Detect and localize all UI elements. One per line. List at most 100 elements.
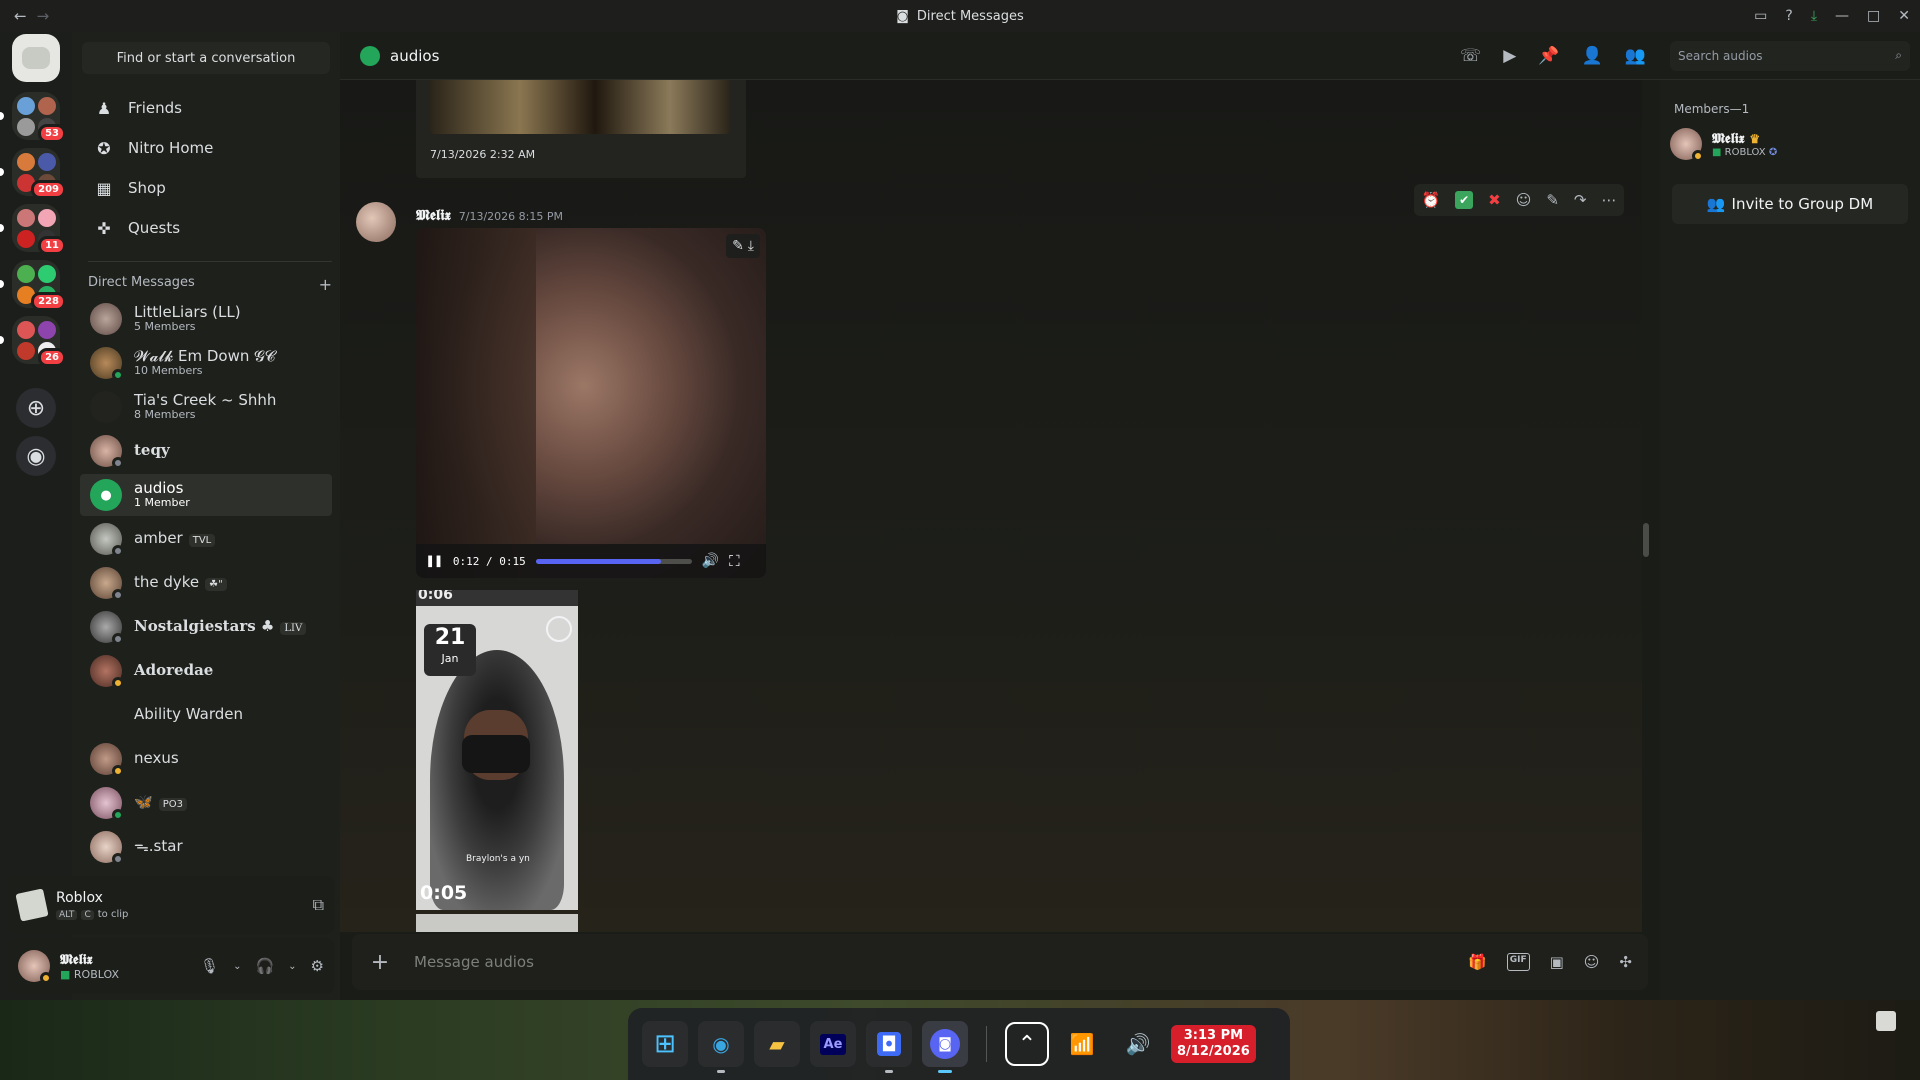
search-input[interactable]: Search audios ⌕	[1670, 40, 1910, 71]
member-item[interactable]: 𝕸𝖊𝖑𝖎𝖝 ♛ ■ ROBLOX ✪	[1670, 128, 1778, 162]
nav-nitro-home[interactable]: ✪ Nitro Home	[80, 130, 332, 166]
previous-image-attachment[interactable]: 7/13/2026 2:32 AM	[416, 80, 746, 178]
forward-arrow-icon[interactable]: →	[37, 7, 50, 25]
after-effects-icon[interactable]: Ae	[810, 1021, 856, 1067]
nav-friends[interactable]: ♟ Friends	[80, 90, 332, 126]
dm-item[interactable]: Ability Warden	[80, 694, 332, 736]
nav-quests[interactable]: ✜ Quests	[80, 210, 332, 246]
gift-icon[interactable]: 🎁	[1468, 953, 1487, 971]
minimize-icon[interactable]: —	[1835, 8, 1849, 24]
microphone-icon[interactable]: 🎙	[200, 957, 219, 975]
member-list-panel: Members—1 𝕸𝖊𝖑𝖎𝖝 ♛ ■ ROBLOX ✪ 👥 Invite to…	[1660, 80, 1920, 1000]
edit-pencil-icon[interactable]: ✎	[732, 238, 744, 254]
find-conversation-button[interactable]: Find or start a conversation	[82, 42, 330, 74]
gif-button[interactable]: GIF	[1506, 953, 1530, 971]
forward-icon[interactable]: ↷	[1574, 191, 1587, 209]
message-avatar[interactable]	[356, 202, 396, 242]
server-folder-2[interactable]: 209	[0, 148, 66, 199]
more-options-icon[interactable]: ⋯	[1601, 191, 1616, 209]
server-folder-3[interactable]: 11	[0, 204, 66, 255]
message-author[interactable]: 𝕸𝖊𝖑𝖎𝖝	[416, 206, 451, 224]
edit-pencil-icon[interactable]: ✎	[1546, 191, 1559, 209]
download-icon[interactable]: ⤓	[1811, 8, 1817, 24]
voice-call-icon[interactable]: ☏	[1460, 46, 1481, 66]
server-folder-1[interactable]: 53	[0, 92, 66, 143]
close-icon[interactable]: ✕	[1898, 8, 1910, 24]
video-frame	[416, 228, 536, 578]
back-arrow-icon[interactable]: ←	[14, 7, 27, 25]
download-icon[interactable]: ⤓	[748, 238, 754, 254]
settings-gear-icon[interactable]: ⚙	[311, 957, 324, 975]
gamepad-icon: ■	[60, 967, 71, 981]
alarm-clock-reaction-icon[interactable]: ⏰	[1421, 191, 1440, 209]
user-avatar[interactable]	[18, 950, 52, 984]
dm-item[interactable]: Tia's Creek ~ Shhh 8 Members	[80, 386, 332, 428]
chevron-down-icon[interactable]: ⌄	[233, 961, 241, 972]
apps-icon[interactable]: ✣	[1619, 953, 1632, 971]
video-progress-bar[interactable]	[535, 558, 692, 564]
fullscreen-icon[interactable]: ⛶	[729, 552, 740, 570]
wifi-icon[interactable]: 📶	[1059, 1021, 1105, 1067]
dm-item[interactable]: 🦋 PO3	[80, 782, 332, 824]
dm-name: 𝓦𝓪𝓵𝓴 Em Down 𝓖𝓒	[134, 347, 276, 366]
emoji-icon[interactable]: ☺	[1584, 953, 1600, 971]
add-reaction-icon[interactable]: ☺	[1516, 191, 1532, 209]
add-friends-icon[interactable]: 👤	[1582, 46, 1603, 66]
check-mark-reaction-icon[interactable]: ✔	[1455, 191, 1474, 209]
invite-to-group-dm-button[interactable]: 👥 Invite to Group DM	[1672, 184, 1908, 224]
verified-badge-icon: ✪	[1768, 146, 1778, 158]
dm-item[interactable]: Nostalgiestars ♣ LIV	[80, 606, 332, 648]
headphones-icon[interactable]: 🎧	[255, 957, 274, 975]
member-list-icon[interactable]: 👥	[1625, 46, 1646, 66]
inbox-icon[interactable]: ▭	[1754, 8, 1767, 24]
dm-item[interactable]: nexus	[80, 738, 332, 780]
dm-item[interactable]: LittleLiars (LL) 5 Members	[80, 298, 332, 340]
create-dm-plus-icon[interactable]: +	[319, 275, 332, 294]
desktop-icon[interactable]	[1876, 1011, 1896, 1031]
message-composer[interactable]: + Message audios 🎁 GIF ▣ ☺ ✣	[352, 934, 1648, 990]
avatar	[90, 391, 122, 423]
discover-button[interactable]: ◉	[16, 436, 56, 476]
video-call-icon[interactable]: ▶	[1503, 46, 1516, 66]
dm-item[interactable]: ᯓ.star	[80, 826, 332, 868]
dm-name: Nostalgiestars ♣ LIV	[134, 618, 307, 636]
taskbar: ⊞ ◉ ▰ Ae ◘ ◙ ⌃ 📶 🔊 3:13 PM 8/12/2026	[628, 1008, 1290, 1080]
cross-mark-reaction-icon[interactable]: ✖	[1488, 191, 1501, 209]
video-attachment[interactable]: ✎ ⤓ ❚❚ 0:12 / 0:15 🔊 ⛶	[416, 228, 766, 578]
browser-icon[interactable]: ◉	[698, 1021, 744, 1073]
file-explorer-icon[interactable]: ▰	[754, 1021, 800, 1067]
app-icon[interactable]: ◘	[866, 1021, 912, 1073]
pin-icon[interactable]: 📌	[1538, 46, 1559, 66]
pause-icon[interactable]: ❚❚	[426, 553, 443, 569]
add-server-button[interactable]: ⊕	[16, 388, 56, 428]
home-button[interactable]	[12, 34, 60, 82]
image-attachment-partial[interactable]	[416, 914, 578, 932]
member-name: 𝕸𝖊𝖑𝖎𝖝	[1712, 130, 1745, 147]
sticker-icon[interactable]: ▣	[1550, 953, 1564, 971]
scrollbar-thumb[interactable]	[1643, 523, 1649, 557]
dm-item[interactable]: teqy	[80, 430, 332, 472]
server-folder-4[interactable]: 228	[0, 260, 66, 311]
chevron-down-icon[interactable]: ⌄	[288, 961, 296, 972]
dm-item-active[interactable]: ● audios 1 Member	[80, 474, 332, 516]
server-folder-5[interactable]: 26	[0, 316, 66, 367]
member-avatar	[1670, 128, 1704, 162]
dm-item[interactable]: the dyke ☘"	[80, 562, 332, 604]
windows-start-icon[interactable]: ⊞	[642, 1021, 688, 1067]
speaker-volume-icon[interactable]: 🔊	[1115, 1021, 1161, 1067]
dm-item[interactable]: Adoredae	[80, 650, 332, 692]
clip-screen-icon[interactable]: ⧉	[313, 895, 324, 915]
show-hidden-icons-chevron-up-icon[interactable]: ⌃	[1005, 1022, 1049, 1066]
maximize-icon[interactable]: □	[1867, 8, 1880, 24]
message-header: 𝕸𝖊𝖑𝖎𝖝 7/13/2026 8:15 PM	[416, 206, 563, 224]
dm-item[interactable]: 𝓦𝓪𝓵𝓴 Em Down 𝓖𝓒 10 Members	[80, 342, 332, 384]
taskbar-clock[interactable]: 3:13 PM 8/12/2026	[1171, 1025, 1256, 1063]
discord-taskbar-icon[interactable]: ◙	[922, 1021, 968, 1073]
dm-item[interactable]: amber TVL	[80, 518, 332, 560]
help-icon[interactable]: ?	[1785, 8, 1792, 24]
nav-shop[interactable]: ▦ Shop	[80, 170, 332, 206]
image-attachment[interactable]: 0:06 21 Jan Braylon's a yn 0:05	[416, 590, 578, 910]
volume-icon[interactable]: 🔊	[702, 553, 719, 569]
message-input[interactable]: Message audios	[414, 953, 534, 971]
attach-plus-icon[interactable]: +	[368, 950, 392, 975]
